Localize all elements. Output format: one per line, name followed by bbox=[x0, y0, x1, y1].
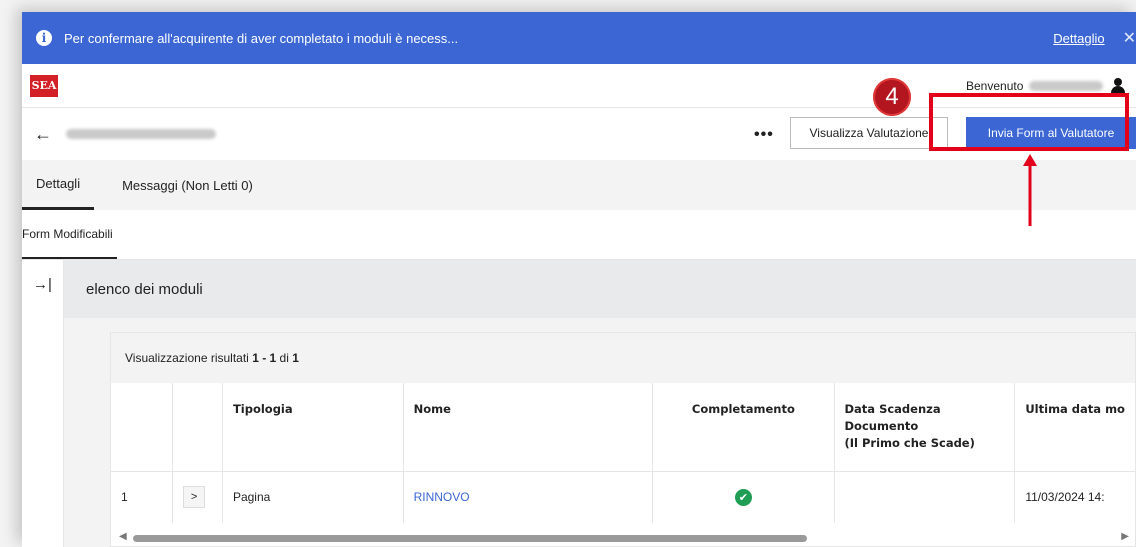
more-options-icon[interactable]: ••• bbox=[754, 126, 774, 144]
column-header-data-scadenza[interactable]: Data Scadenza Documento (Il Primo che Sc… bbox=[834, 383, 1016, 472]
row-nome-link[interactable]: RINNOVO bbox=[414, 490, 470, 504]
close-icon[interactable]: ✕ bbox=[1123, 28, 1136, 48]
view-evaluation-button[interactable]: Visualizza Valutazione bbox=[790, 117, 948, 149]
results-prefix: Visualizzazione risultati bbox=[125, 351, 249, 365]
welcome-area: Benvenuto bbox=[966, 78, 1126, 94]
row-tipologia: Pagina bbox=[222, 471, 404, 523]
annotation-arrow-icon bbox=[1023, 154, 1037, 226]
step-number-badge: 4 bbox=[873, 78, 911, 116]
subtab-form-modificabili[interactable]: Form Modificabili bbox=[22, 210, 117, 259]
tab-dettagli[interactable]: Dettagli bbox=[22, 160, 95, 210]
row-scadenza bbox=[834, 471, 1016, 523]
date-header-line-1: Data Scadenza bbox=[844, 402, 941, 416]
main-tabs: Dettagli Messaggi (Non Letti 0) bbox=[22, 160, 1136, 210]
date-header-line-3: (Il Primo che Scade) bbox=[844, 436, 975, 450]
banner-message: Per confermare all'acquirente di aver co… bbox=[64, 30, 459, 46]
column-header-ultima-data[interactable]: Ultima data mo bbox=[1014, 383, 1135, 472]
column-header-index bbox=[111, 383, 174, 472]
sea-logo: SEA bbox=[30, 74, 58, 97]
side-rail: →| bbox=[22, 260, 64, 547]
welcome-label: Benvenuto bbox=[966, 79, 1024, 93]
modules-table: Tipologia Nome Completamento Data Scaden… bbox=[111, 383, 1135, 523]
info-icon: i bbox=[36, 30, 52, 46]
row-ultima-data: 11/03/2024 14: bbox=[1025, 490, 1105, 505]
scrollbar-thumb[interactable] bbox=[133, 535, 807, 542]
check-circle-icon: ✔ bbox=[734, 488, 752, 506]
row-completamento: ✔ bbox=[652, 471, 835, 523]
tab-messaggi[interactable]: Messaggi (Non Letti 0) bbox=[108, 160, 267, 210]
results-range: 1 - 1 bbox=[252, 351, 277, 365]
modules-panel: →| elenco dei moduli Visualizzazione ris… bbox=[22, 260, 1136, 547]
redacted-username bbox=[1029, 81, 1104, 91]
results-summary: Visualizzazione risultati 1 - 1 di 1 bbox=[111, 333, 1135, 383]
horizontal-scrollbar[interactable]: ◀ ▶ bbox=[111, 528, 1135, 546]
results-of: di bbox=[279, 351, 289, 365]
banner-detail-link[interactable]: Dettaglio bbox=[1053, 31, 1104, 46]
user-icon[interactable] bbox=[1111, 78, 1126, 94]
column-header-tipologia[interactable]: Tipologia bbox=[222, 383, 404, 472]
column-header-completamento[interactable]: Completamento bbox=[652, 383, 835, 472]
column-header-expand bbox=[172, 383, 223, 472]
results-total: 1 bbox=[292, 351, 299, 365]
modules-content: elenco dei moduli Visualizzazione risult… bbox=[64, 260, 1136, 547]
subtab-row: Form Modificabili bbox=[22, 210, 1136, 260]
column-header-nome[interactable]: Nome bbox=[403, 383, 654, 472]
highlight-annotation-box bbox=[929, 93, 1129, 151]
back-arrow-icon[interactable]: ← bbox=[34, 124, 52, 145]
row-nome-cell: RINNOVO bbox=[403, 471, 654, 523]
row-index: 1 bbox=[111, 471, 174, 523]
row-expand-cell: > bbox=[172, 471, 223, 523]
table-row: 1 > Pagina RINNOVO ✔ 11/03/2024 14: bbox=[111, 471, 1135, 523]
scroll-right-icon[interactable]: ▶ bbox=[1121, 531, 1129, 542]
redacted-company-name bbox=[66, 129, 216, 139]
results-card: Visualizzazione risultati 1 - 1 di 1 Tip… bbox=[110, 332, 1136, 547]
section-title: elenco dei moduli bbox=[64, 260, 1136, 318]
date-header-line-2: Documento bbox=[844, 419, 919, 433]
expand-panel-icon[interactable]: →| bbox=[33, 276, 52, 547]
chevron-right-icon[interactable]: > bbox=[183, 486, 206, 509]
scroll-left-icon[interactable]: ◀ bbox=[119, 531, 127, 542]
info-banner: i Per confermare all'acquirente di aver … bbox=[22, 12, 1136, 64]
